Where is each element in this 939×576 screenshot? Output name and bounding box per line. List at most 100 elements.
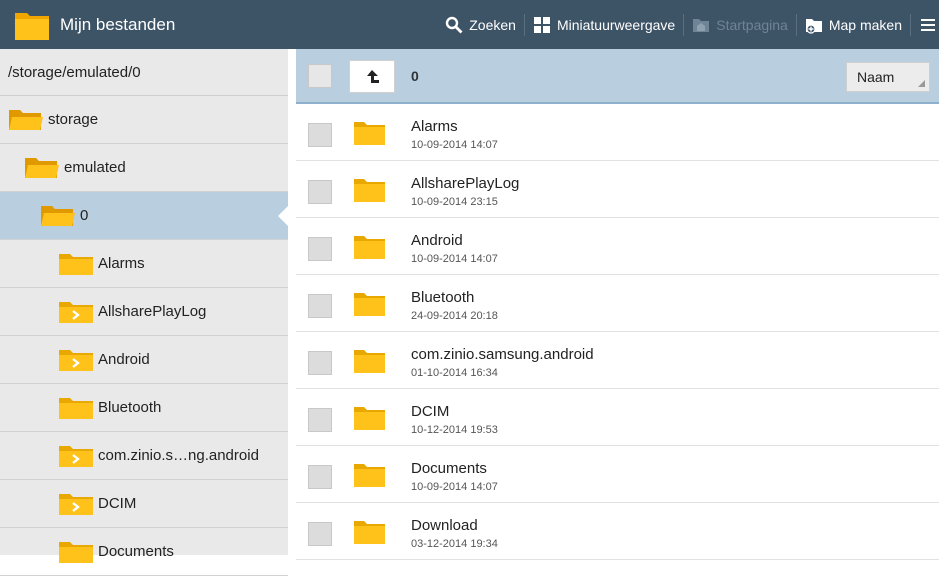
thumbnail-view-button[interactable]: Miniatuurweergave <box>525 0 683 49</box>
folder-icon <box>354 350 385 373</box>
sort-label: Naam <box>857 69 895 85</box>
folder-icon <box>354 179 385 202</box>
tree-item-storage[interactable]: storage <box>0 96 288 144</box>
up-button[interactable] <box>349 60 395 93</box>
file-name: Download <box>411 517 478 534</box>
tree-item-label: AllsharePlayLog <box>98 303 207 320</box>
search-label: Zoeken <box>469 16 516 33</box>
create-folder-label: Map maken <box>828 16 902 33</box>
row-checkbox[interactable] <box>308 237 332 261</box>
tree-item-dcim[interactable]: DCIM <box>0 480 288 528</box>
file-name: Alarms <box>411 118 458 135</box>
new-folder-icon <box>805 18 822 34</box>
tree-item-android[interactable]: Android <box>0 336 288 384</box>
tree-path: /storage/emulated/0 <box>0 49 288 96</box>
tree-item-label: com.zinio.s…ng.android <box>98 447 259 464</box>
dropdown-corner-icon <box>918 80 925 87</box>
home-page-button[interactable]: Startpagina <box>684 0 796 49</box>
file-date: 10-09-2014 14:07 <box>411 481 498 493</box>
tree-item-label: 0 <box>80 207 89 224</box>
file-name: DCIM <box>411 403 450 420</box>
folder-expand-icon <box>59 445 93 467</box>
tree-item-0[interactable]: 0 <box>0 192 289 240</box>
tree-item-allshareplaylog[interactable]: AllsharePlayLog <box>0 288 288 336</box>
tree-item-label: Bluetooth <box>98 399 162 416</box>
folder-icon <box>354 464 385 487</box>
tree-item-com-zinio[interactable]: com.zinio.s…ng.android <box>0 432 288 480</box>
folder-expand-icon <box>59 493 93 515</box>
row-checkbox[interactable] <box>308 408 332 432</box>
file-row[interactable]: Documents 10-09-2014 14:07 <box>296 446 939 503</box>
file-list-pane: 0 Naam Alarms 10-09-2014 14:07 AllshareP… <box>296 49 939 560</box>
file-date: 01-10-2014 16:34 <box>411 367 498 379</box>
thumbnail-view-label: Miniatuurweergave <box>556 16 676 33</box>
tree-item-documents[interactable]: Documents <box>0 528 288 576</box>
tree-item-label: DCIM <box>98 495 137 512</box>
file-row[interactable]: Alarms 10-09-2014 14:07 <box>296 104 939 161</box>
file-name: Bluetooth <box>411 289 475 306</box>
file-row[interactable]: DCIM 10-12-2014 19:53 <box>296 389 939 446</box>
row-checkbox[interactable] <box>308 123 332 147</box>
file-date: 03-12-2014 19:34 <box>411 538 498 550</box>
file-name: com.zinio.samsung.android <box>411 346 594 363</box>
file-name: AllsharePlayLog <box>411 175 520 192</box>
tree-item-label: Documents <box>98 543 174 560</box>
folder-icon <box>354 122 385 145</box>
selection-pointer <box>278 205 289 227</box>
folder-icon <box>354 236 385 259</box>
row-checkbox[interactable] <box>308 294 332 318</box>
folder-icon <box>354 521 385 544</box>
row-checkbox[interactable] <box>308 351 332 375</box>
tree-item-label: Alarms <box>98 255 145 272</box>
search-icon <box>446 16 463 33</box>
action-bar: Mijn bestanden Zoeken Miniatuurweergave … <box>0 0 939 49</box>
folder-expand-icon <box>59 349 93 371</box>
tree-item-label: emulated <box>64 159 126 176</box>
menu-icon <box>921 18 935 31</box>
folder-open-icon <box>9 109 43 130</box>
up-arrow-icon <box>367 69 379 83</box>
list-header: 0 Naam <box>296 49 939 104</box>
row-checkbox[interactable] <box>308 465 332 489</box>
folder-open-icon <box>25 157 59 178</box>
file-date: 10-09-2014 14:07 <box>411 253 498 265</box>
tree-item-label: storage <box>48 111 99 128</box>
sort-dropdown[interactable]: Naam <box>846 62 930 92</box>
folder-tree: /storage/emulated/0 storage emulated 0 A… <box>0 49 289 576</box>
grid-icon <box>533 16 550 33</box>
file-name: Documents <box>411 460 487 477</box>
row-checkbox[interactable] <box>308 180 332 204</box>
tree-item-bluetooth[interactable]: Bluetooth <box>0 384 288 432</box>
file-row[interactable]: com.zinio.samsung.android 01-10-2014 16:… <box>296 332 939 389</box>
folder-icon <box>59 253 93 275</box>
folder-icon <box>59 397 93 419</box>
row-checkbox[interactable] <box>308 522 332 546</box>
folder-icon <box>59 541 93 563</box>
file-row[interactable]: AllsharePlayLog 10-09-2014 23:15 <box>296 161 939 218</box>
file-row[interactable]: Android 10-09-2014 14:07 <box>296 218 939 275</box>
tree-item-emulated[interactable]: emulated <box>0 144 288 192</box>
app-title: Mijn bestanden <box>60 15 176 34</box>
create-folder-button[interactable]: Map maken <box>797 0 910 49</box>
file-row[interactable]: Bluetooth 24-09-2014 20:18 <box>296 275 939 332</box>
file-date: 10-12-2014 19:53 <box>411 424 498 436</box>
file-date: 10-09-2014 14:07 <box>411 139 498 151</box>
tree-item-alarms[interactable]: Alarms <box>0 240 288 288</box>
folder-icon <box>354 407 385 430</box>
menu-button[interactable] <box>911 0 939 49</box>
file-date: 24-09-2014 20:18 <box>411 310 498 322</box>
folder-icon <box>354 293 385 316</box>
file-name: Android <box>411 232 463 249</box>
folder-open-icon <box>41 205 75 226</box>
home-page-label: Startpagina <box>716 16 788 33</box>
tree-item-label: Android <box>98 351 150 368</box>
home-folder-icon <box>693 18 710 32</box>
folder-expand-icon <box>59 301 93 323</box>
current-directory: 0 <box>411 68 419 84</box>
toolbar: Zoeken Miniatuurweergave Startpagina Map… <box>437 0 939 49</box>
file-date: 10-09-2014 23:15 <box>411 196 498 208</box>
file-row[interactable]: Download 03-12-2014 19:34 <box>296 503 939 560</box>
search-button[interactable]: Zoeken <box>437 0 524 49</box>
folder-app-icon <box>15 13 49 40</box>
select-all-checkbox[interactable] <box>308 64 332 88</box>
